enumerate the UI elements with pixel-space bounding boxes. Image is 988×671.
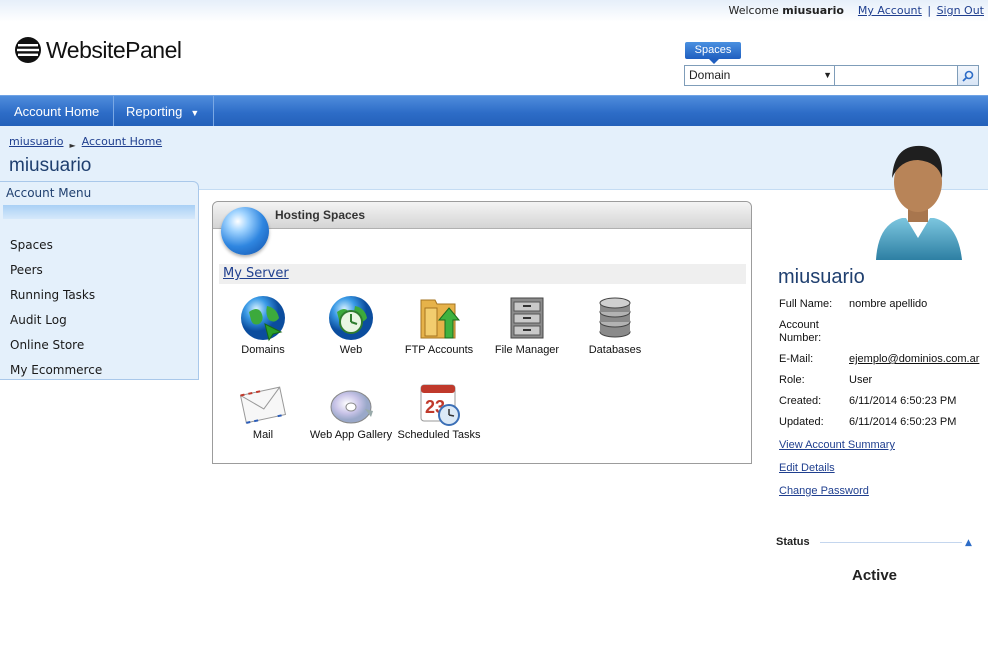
tile-domains[interactable]: Domains <box>219 294 307 356</box>
file-manager-icon <box>503 294 551 342</box>
tile-databases-label: Databases <box>588 344 642 356</box>
breadcrumb-user[interactable]: miusuario <box>9 135 64 148</box>
nav-reporting-label: Reporting <box>126 104 183 119</box>
role-label: Role: <box>779 374 805 386</box>
sign-out-link[interactable]: Sign Out <box>937 4 984 17</box>
topbar-separator: | <box>927 4 932 17</box>
menu-item-my-ecommerce[interactable]: My Ecommerce <box>0 358 198 383</box>
my-account-link[interactable]: My Account <box>858 4 922 17</box>
email-label: E-Mail: <box>779 353 814 365</box>
domains-icon <box>239 294 287 342</box>
tile-web-label: Web <box>339 344 363 356</box>
tile-file-manager-label: File Manager <box>494 344 560 356</box>
updated-value: 6/11/2014 6:50:23 PM <box>849 416 957 428</box>
avatar <box>872 138 964 260</box>
ftp-accounts-icon <box>415 294 463 342</box>
welcome-username: miusuario <box>782 4 844 17</box>
hosting-spaces-panel: Hosting Spaces My Server Domains Web FTP… <box>212 201 752 464</box>
dropdown-arrow-icon: ▼ <box>823 70 832 80</box>
chevron-down-icon: ▼ <box>190 108 200 118</box>
hosting-spaces-header: Hosting Spaces <box>213 202 751 229</box>
tile-mail[interactable]: Mail <box>219 379 307 441</box>
menu-item-spaces[interactable]: Spaces <box>0 233 198 258</box>
welcome-text: Welcome <box>728 4 779 17</box>
nav-account-home[interactable]: Account Home <box>0 96 115 127</box>
tile-scheduled-tasks[interactable]: 23 Scheduled Tasks <box>395 379 483 441</box>
email-link[interactable]: ejemplo@dominios.com.ar <box>849 353 979 365</box>
created-value: 6/11/2014 6:50:23 PM <box>849 395 957 407</box>
tile-domains-label: Domains <box>241 344 285 356</box>
account-menu-title: Account Menu <box>6 186 92 200</box>
databases-icon <box>591 294 639 342</box>
menu-item-peers[interactable]: Peers <box>0 258 198 283</box>
tile-databases[interactable]: Databases <box>571 294 659 356</box>
profile-name: miusuario <box>778 266 865 288</box>
scheduled-tasks-icon: 23 <box>415 379 463 427</box>
view-account-summary-link[interactable]: View Account Summary <box>779 439 895 451</box>
full-name-value: nombre apellido <box>849 298 928 310</box>
page-title: miusuario <box>9 155 92 176</box>
full-name-label: Full Name: <box>779 298 833 310</box>
breadcrumb-account-home[interactable]: Account Home <box>82 135 162 148</box>
collapse-up-icon[interactable]: ▲ <box>965 538 972 548</box>
menu-item-running-tasks[interactable]: Running Tasks <box>0 283 198 308</box>
search-icon <box>962 70 974 82</box>
search-button[interactable] <box>957 65 979 86</box>
breadcrumb: miusuario ► Account Home <box>9 135 162 150</box>
web-icon <box>327 294 375 342</box>
my-server-link[interactable]: My Server <box>223 266 289 281</box>
tile-ftp-accounts[interactable]: FTP Accounts <box>395 294 483 356</box>
search-type-value: Domain <box>689 68 731 82</box>
search-type-select[interactable]: Domain ▼ <box>684 65 837 86</box>
web-app-gallery-icon <box>327 379 375 427</box>
websitepanel-logo-icon <box>15 37 41 63</box>
tile-ftp-accounts-label: FTP Accounts <box>404 344 474 356</box>
hosting-spaces-title: Hosting Spaces <box>275 208 366 222</box>
tile-mail-label: Mail <box>252 429 274 441</box>
account-menu: Account Menu Spaces Peers Running Tasks … <box>0 181 199 380</box>
search-input[interactable] <box>834 65 960 86</box>
top-bar: Welcome miusuario My Account | Sign Out <box>0 0 988 22</box>
server-row: My Server <box>219 264 746 284</box>
main-nav: Account Home Reporting ▼ <box>0 95 988 127</box>
nav-account-home-label: Account Home <box>14 104 100 119</box>
tile-web-app-gallery[interactable]: Web App Gallery <box>307 379 395 441</box>
edit-details-link[interactable]: Edit Details <box>779 462 835 474</box>
change-password-link[interactable]: Change Password <box>779 485 869 497</box>
tile-file-manager[interactable]: File Manager <box>483 294 571 356</box>
logo[interactable]: WebsitePanel <box>14 35 182 65</box>
account-menu-divider <box>3 205 195 219</box>
spaces-search-tab[interactable]: Spaces <box>685 42 741 64</box>
created-label: Created: <box>779 395 822 407</box>
role-value: User <box>849 374 873 386</box>
logo-text: WebsitePanel <box>46 36 182 63</box>
account-number-label: Account Number: <box>779 319 822 344</box>
status-divider <box>820 542 962 543</box>
tile-web[interactable]: Web <box>307 294 395 356</box>
tile-web-app-gallery-label: Web App Gallery <box>309 429 393 441</box>
nav-reporting[interactable]: Reporting ▼ <box>112 96 215 127</box>
breadcrumb-arrow-icon: ► <box>69 141 76 150</box>
status-value: Active <box>852 567 898 584</box>
mail-icon <box>239 379 287 427</box>
menu-item-online-store[interactable]: Online Store <box>0 333 198 358</box>
tile-scheduled-tasks-label: Scheduled Tasks <box>397 429 481 441</box>
status-title: Status <box>776 536 810 548</box>
updated-label: Updated: <box>779 416 824 428</box>
globe-icon <box>221 207 269 255</box>
menu-item-audit-log[interactable]: Audit Log <box>0 308 198 333</box>
